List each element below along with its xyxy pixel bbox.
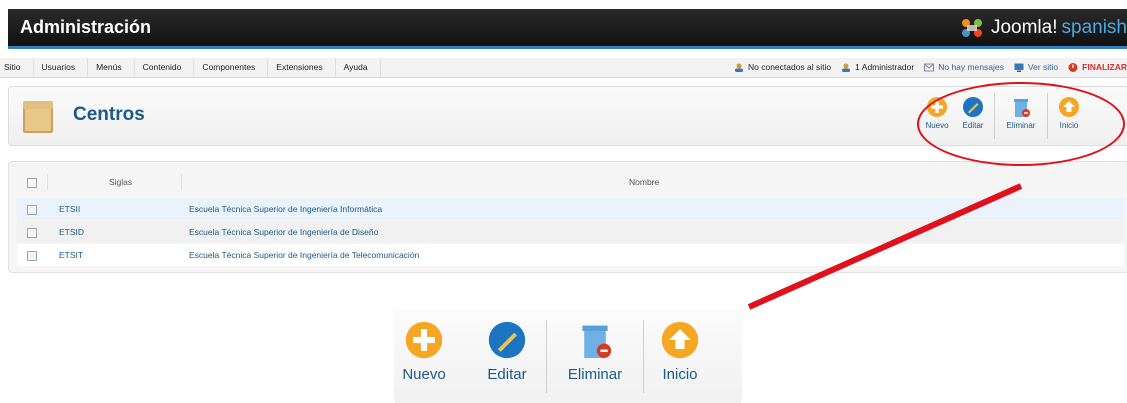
zoom-divider	[643, 320, 644, 393]
zoom-delete-label: Eliminar	[567, 366, 623, 383]
zoom-edit-button[interactable]: Editar	[474, 310, 540, 403]
zoom-divider	[546, 320, 547, 393]
zoom-home-button[interactable]: Inicio	[650, 310, 710, 403]
zoom-home-label: Inicio	[662, 366, 698, 383]
zoom-delete-button[interactable]: Eliminar	[553, 310, 637, 403]
up-arrow-icon	[661, 321, 699, 359]
zoom-edit-label: Editar	[487, 366, 527, 383]
zoom-new-label: Nuevo	[402, 366, 446, 383]
add-icon	[405, 321, 443, 359]
trash-icon	[582, 325, 612, 358]
edit-icon	[488, 321, 526, 359]
zoomed-toolbar: Nuevo Editar Eliminar Inicio	[394, 310, 742, 403]
page: Administración Joomla! spanish Sitio Usu…	[0, 0, 1127, 403]
zoom-new-button[interactable]: Nuevo	[398, 310, 450, 403]
